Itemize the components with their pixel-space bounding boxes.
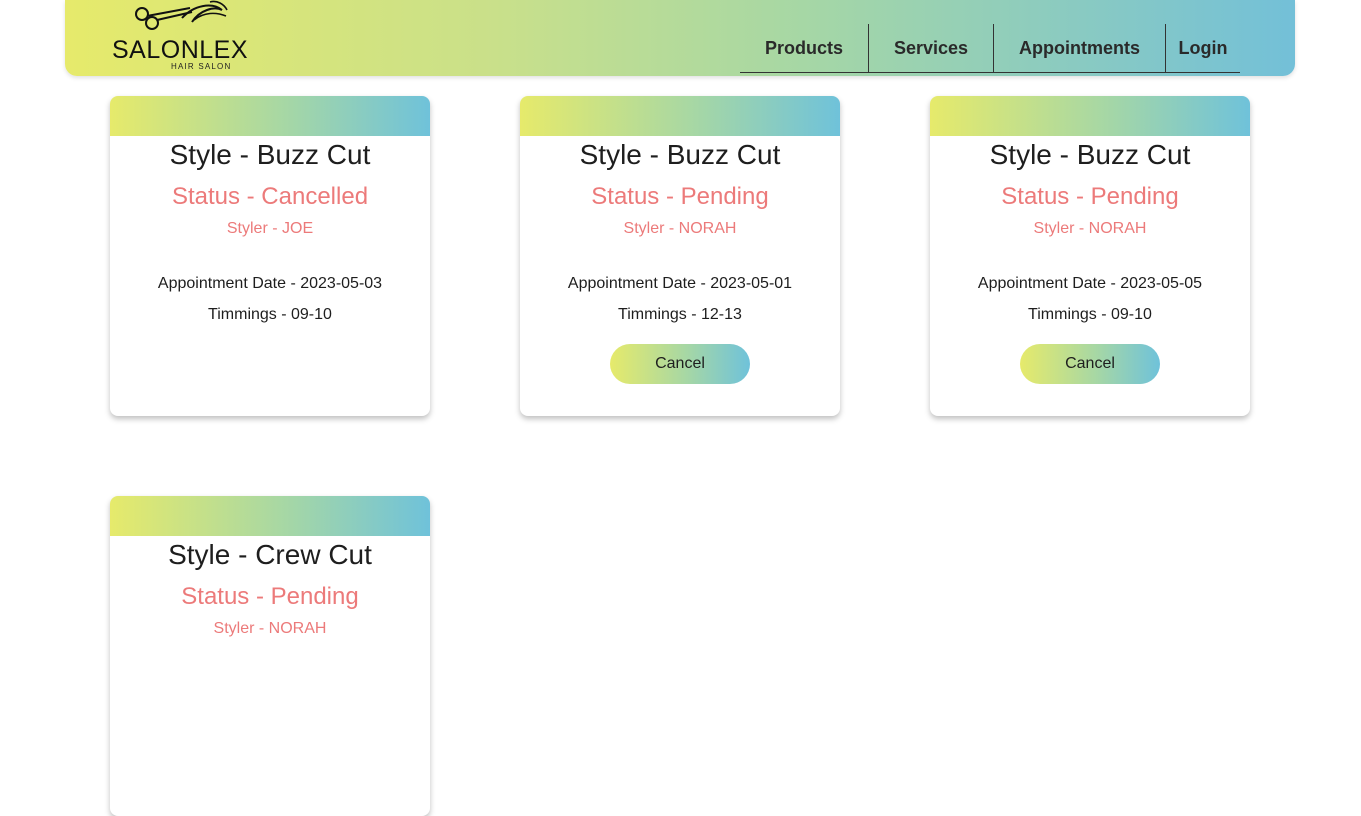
appointment-timings: Timmings - 09-10: [1028, 306, 1152, 323]
logo-subtitle: HAIR SALON: [171, 62, 232, 71]
appointment-style: Style - Buzz Cut: [989, 139, 1191, 170]
appointment-date: Appointment Date - 2023-05-03: [157, 275, 383, 292]
appointment-status: Status - Cancelled: [171, 183, 369, 210]
card-header-band: [520, 96, 840, 136]
card-header-band: [110, 96, 430, 136]
logo-name: SALONLEX: [112, 36, 249, 64]
nav-products[interactable]: Products: [740, 24, 869, 72]
cancel-appointment-button[interactable]: Cancel: [610, 344, 750, 384]
appointment-timings: Timmings - 12-13: [618, 306, 742, 323]
appointment-style: Style - Crew Cut: [168, 539, 372, 570]
appointment-style: Style - Buzz Cut: [579, 139, 781, 170]
appointment-card: Style - Buzz Cut Status - Cancelled Styl…: [110, 96, 430, 416]
appointment-status: Status - Pending: [1001, 183, 1179, 210]
nav-login[interactable]: Login: [1166, 24, 1240, 72]
scissors-logo-icon: [135, 0, 228, 30]
appointment-date: Appointment Date - 2023-05-01: [567, 275, 793, 292]
card-header-band: [930, 96, 1250, 136]
appointment-card: Style - Crew Cut Status - Pending Styler…: [110, 496, 430, 816]
salonlex-logo[interactable]: SALONLEX HAIR SALON: [112, 0, 249, 74]
card-header-band: [110, 496, 430, 536]
appointment-date: Appointment Date - 2023-05-05: [977, 275, 1203, 292]
appointment-style: Style - Buzz Cut: [169, 139, 371, 170]
nav-services[interactable]: Services: [869, 24, 994, 72]
appointment-status: Status - Pending: [181, 583, 359, 610]
appointment-styler: Styler - NORAH: [623, 220, 737, 237]
appointment-card: Style - Buzz Cut Status - Pending Styler…: [520, 96, 840, 416]
appointment-card: Style - Buzz Cut Status - Pending Styler…: [930, 96, 1250, 416]
appointment-timings: Timmings - 09-10: [208, 306, 332, 323]
appointment-styler: Styler - NORAH: [1033, 220, 1147, 237]
appointment-status: Status - Pending: [591, 183, 769, 210]
main-nav: Products Services Appointments Login: [740, 24, 1240, 73]
appointment-styler: Styler - NORAH: [213, 620, 327, 637]
appointment-styler: Styler - JOE: [226, 220, 314, 237]
nav-appointments[interactable]: Appointments: [994, 24, 1166, 72]
cancel-appointment-button[interactable]: Cancel: [1020, 344, 1160, 384]
site-header: SALONLEX HAIR SALON Products Services Ap…: [65, 0, 1295, 76]
